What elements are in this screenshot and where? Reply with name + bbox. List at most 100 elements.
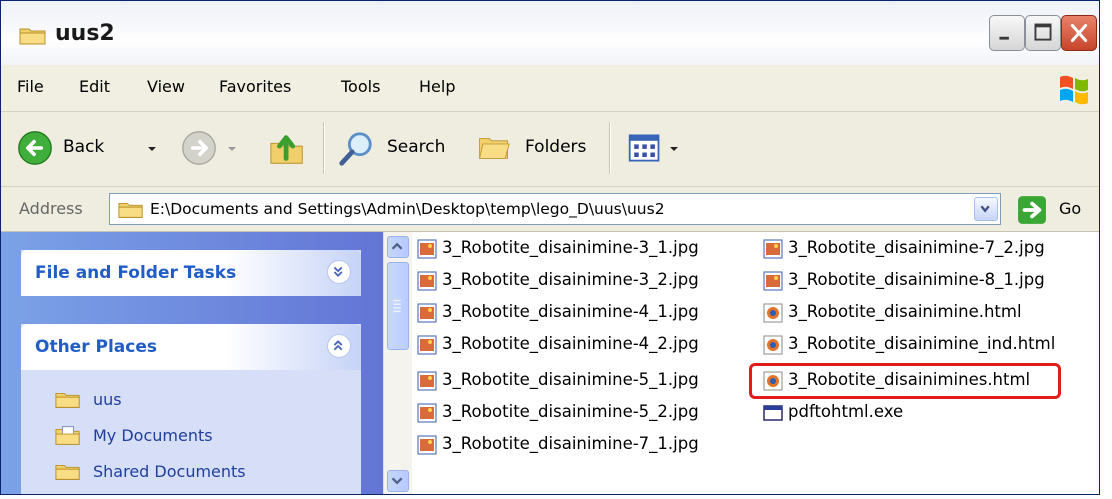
file-item[interactable]: 3_Robotite_disainimine-8_1.jpg (758, 266, 1098, 294)
views-button[interactable] (623, 126, 683, 170)
go-button[interactable]: Go (1059, 199, 1081, 218)
address-dropdown-button[interactable] (974, 197, 998, 221)
explorer-window: uus2 File Edit View Favorites Tools Help (0, 0, 1100, 495)
folders-icon (479, 138, 510, 159)
file-item[interactable]: 3_Robotite_disainimine-3_1.jpg (412, 234, 752, 262)
file-name: 3_Robotite_disainimine-4_2.jpg (442, 334, 699, 353)
place-label: uus (93, 390, 122, 409)
menu-edit[interactable]: Edit (79, 77, 110, 96)
file-item[interactable]: 3_Robotite_disainimine-5_2.jpg (412, 398, 752, 426)
file-item[interactable]: 3_Robotite_disainimine-4_2.jpg (412, 330, 752, 358)
panel-title: Other Places (35, 337, 157, 357)
menu-file[interactable]: File (17, 77, 44, 96)
back-arrow-icon (18, 131, 52, 165)
address-path: E:\Documents and Settings\Admin\Desktop\… (150, 200, 665, 218)
file-folder-tasks-panel: File and Folder Tasks (21, 250, 361, 296)
window-title: uus2 (55, 21, 115, 46)
file-item[interactable]: pdftohtml.exe (758, 398, 1098, 426)
jpg-file-icon (417, 239, 437, 259)
search-button[interactable]: Search (333, 124, 463, 172)
highlight-box (749, 363, 1061, 399)
jpg-file-icon (417, 371, 437, 391)
file-list[interactable]: 3_Robotite_disainimine-3_1.jpg 3_Robotit… (412, 232, 1099, 494)
my-documents-icon (55, 426, 80, 445)
forward-arrow-icon (182, 131, 216, 165)
jpg-file-icon (417, 403, 437, 423)
go-arrow-icon[interactable] (1017, 195, 1047, 225)
file-name: 3_Robotite_disainimine-4_1.jpg (442, 302, 699, 321)
title-bar[interactable]: uus2 (1, 1, 1099, 66)
file-name: 3_Robotite_disainimine-7_1.jpg (442, 434, 699, 453)
views-grid-icon (628, 134, 660, 162)
toolbar-separator (609, 122, 610, 174)
file-item[interactable]: 3_Robotite_disainimine-3_2.jpg (412, 266, 752, 294)
exe-file-icon (763, 405, 783, 421)
file-name: 3_Robotite_disainimine.html (788, 302, 1022, 321)
folders-label: Folders (525, 137, 587, 157)
dropdown-arrow-icon[interactable] (669, 144, 679, 154)
chevron-down-icon (333, 266, 343, 277)
search-icon (339, 132, 372, 166)
html-file-icon (763, 303, 783, 323)
up-folder-button[interactable] (265, 124, 313, 172)
menu-bar: File Edit View Favorites Tools Help (1, 65, 1099, 112)
menu-help[interactable]: Help (419, 77, 455, 96)
file-item[interactable]: 3_Robotite_disainimine-5_1.jpg (412, 366, 752, 394)
file-name: 3_Robotite_disainimine-3_2.jpg (442, 270, 699, 289)
file-item[interactable]: 3_Robotite_disainimine-7_2.jpg (758, 234, 1098, 262)
file-item[interactable]: 3_Robotite_disainimine_ind.html (758, 330, 1098, 358)
scroll-thumb[interactable] (387, 262, 409, 350)
maximize-button[interactable] (1025, 15, 1061, 51)
folder-icon (19, 28, 46, 45)
chevron-up-icon (391, 242, 403, 250)
address-input[interactable]: E:\Documents and Settings\Admin\Desktop\… (109, 193, 1001, 225)
task-pane: File and Folder Tasks Other Places uus M… (1, 232, 383, 494)
file-name: 3_Robotite_disainimine-7_2.jpg (788, 238, 1045, 257)
folder-icon (118, 202, 143, 218)
search-label: Search (387, 137, 446, 157)
address-bar: Address E:\Documents and Settings\Admin\… (1, 187, 1099, 232)
forward-button[interactable] (177, 124, 247, 172)
file-name: 3_Robotite_disainimine-3_1.jpg (442, 238, 699, 257)
maximize-icon (1034, 23, 1052, 41)
jpg-file-icon (763, 271, 783, 291)
address-label: Address (19, 199, 83, 218)
folders-button[interactable]: Folders (471, 124, 603, 172)
expand-button[interactable] (327, 260, 351, 284)
back-button[interactable]: Back (11, 124, 161, 172)
other-places-header[interactable]: Other Places (21, 324, 361, 370)
scroll-down-button[interactable] (387, 470, 409, 492)
html-file-icon (763, 335, 783, 355)
toolbar-separator (323, 122, 324, 174)
scroll-up-button[interactable] (387, 236, 409, 258)
shared-folder-icon (55, 464, 80, 480)
file-item[interactable]: 3_Robotite_disainimine-7_1.jpg (412, 430, 752, 458)
vertical-scrollbar[interactable] (383, 232, 412, 494)
menu-view[interactable]: View (147, 77, 185, 96)
other-places-panel: Other Places uus My Documents Shared Doc… (21, 324, 361, 494)
minimize-icon (999, 36, 1009, 40)
file-name: 3_Robotite_disainimine-5_2.jpg (442, 402, 699, 421)
jpg-file-icon (417, 271, 437, 291)
collapse-button[interactable] (327, 334, 351, 358)
chevron-down-icon (391, 477, 403, 485)
close-button[interactable] (1061, 15, 1097, 51)
toolbar: Back Search Folders (1, 112, 1099, 187)
file-name: pdftohtml.exe (788, 402, 904, 421)
dropdown-arrow-icon[interactable] (227, 144, 237, 154)
windows-flag-icon (1060, 75, 1088, 105)
minimize-button[interactable] (989, 15, 1025, 51)
chevron-up-icon (333, 340, 343, 351)
place-label: Shared Documents (93, 462, 246, 481)
file-item[interactable]: 3_Robotite_disainimine-4_1.jpg (412, 298, 752, 326)
grip-icon (393, 299, 401, 313)
file-item[interactable]: 3_Robotite_disainimine.html (758, 298, 1098, 326)
place-label: My Documents (93, 426, 213, 445)
dropdown-arrow-icon[interactable] (147, 144, 157, 154)
menu-favorites[interactable]: Favorites (219, 77, 291, 96)
file-folder-tasks-header[interactable]: File and Folder Tasks (21, 250, 361, 296)
jpg-file-icon (417, 435, 437, 455)
jpg-file-icon (417, 303, 437, 323)
menu-tools[interactable]: Tools (341, 77, 380, 96)
jpg-file-icon (763, 239, 783, 259)
